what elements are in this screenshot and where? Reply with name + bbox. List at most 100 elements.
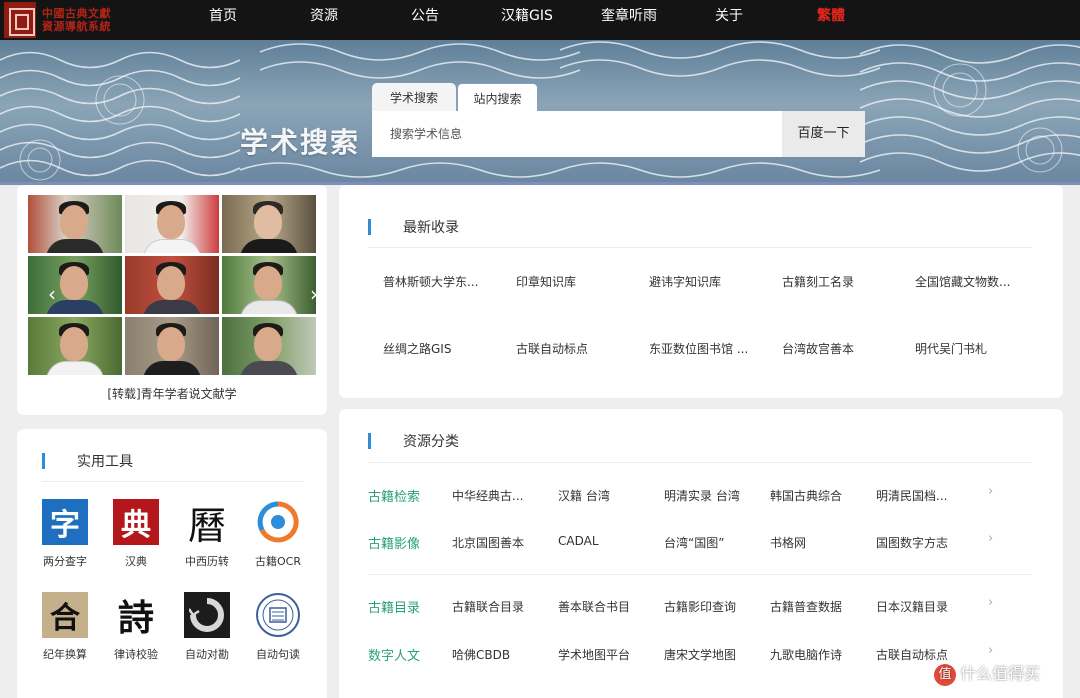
tool-label: 自动句读 bbox=[256, 648, 300, 661]
divider bbox=[368, 462, 1032, 463]
nav-resources[interactable]: 资源 bbox=[296, 0, 352, 40]
chevron-left-icon[interactable]: ‹ bbox=[43, 279, 61, 309]
latest-header: 最新收录 bbox=[368, 217, 459, 237]
scholar-photo bbox=[222, 256, 316, 314]
latest-item[interactable]: 台湾故宫善本 bbox=[782, 340, 854, 357]
resource-item[interactable]: 台湾“国图” bbox=[664, 534, 724, 551]
tool-label: 律诗校验 bbox=[114, 648, 158, 661]
scholar-photo bbox=[28, 317, 122, 375]
resources-title: 资源分类 bbox=[403, 434, 459, 450]
resources-card: 资源分类 古籍检索 中华经典古... 汉籍 台湾 明清实录 台湾 韩国古典综合 … bbox=[339, 409, 1063, 698]
tool-ocr[interactable]: 古籍OCR bbox=[248, 499, 308, 569]
two-part-lookup-icon: 字 bbox=[42, 499, 88, 545]
resource-category[interactable]: 古籍检索 bbox=[368, 486, 420, 505]
resource-item[interactable]: 国图数字方志 bbox=[876, 534, 948, 551]
latest-item[interactable]: 全国馆藏文物数... bbox=[915, 273, 1010, 290]
tool-poem-check[interactable]: 詩 律诗校验 bbox=[106, 592, 166, 662]
nav-hanji-gis[interactable]: 汉籍GIS bbox=[491, 0, 563, 40]
section-bar bbox=[42, 453, 45, 469]
resource-item[interactable]: 明清民国档... bbox=[876, 487, 947, 504]
scholars-photo-card: ‹ › [转载]青年学者说文献学 bbox=[17, 185, 327, 415]
resource-item[interactable]: 哈佛CBDB bbox=[452, 646, 510, 663]
tool-label: 汉典 bbox=[125, 555, 147, 568]
nav-announcements[interactable]: 公告 bbox=[397, 0, 453, 40]
divider bbox=[42, 481, 304, 482]
seal-icon bbox=[4, 2, 36, 38]
top-nav: 中國古典文獻 資源導航系統 首页 资源 公告 汉籍GIS 奎章听雨 关于 繁體 bbox=[0, 0, 1080, 40]
auto-collate-icon bbox=[184, 592, 230, 638]
resource-item[interactable]: 日本汉籍目录 bbox=[876, 598, 948, 615]
tool-handian[interactable]: 典 汉典 bbox=[106, 499, 166, 569]
tab-academic-search[interactable]: 学术搜索 bbox=[372, 83, 456, 111]
resource-item[interactable]: 九歌电脑作诗 bbox=[770, 646, 842, 663]
resource-item[interactable]: 古籍普查数据 bbox=[770, 598, 842, 615]
resource-item[interactable]: 书格网 bbox=[770, 534, 806, 551]
resource-item[interactable]: 古籍联合目录 bbox=[452, 598, 524, 615]
tool-auto-punctuate[interactable]: 自动句读 bbox=[248, 592, 308, 662]
tools-card: 实用工具 字 两分查字 典 汉典 曆 中西历转 古籍OCR 合 纪年换算 詩 律… bbox=[17, 429, 327, 698]
nav-home[interactable]: 首页 bbox=[195, 0, 251, 40]
resource-item[interactable]: 学术地图平台 bbox=[558, 646, 630, 663]
tools-title: 实用工具 bbox=[77, 454, 133, 470]
resource-item[interactable]: 唐宋文学地图 bbox=[664, 646, 736, 663]
chevron-right-icon[interactable]: › bbox=[988, 531, 993, 546]
tool-label: 纪年换算 bbox=[43, 648, 87, 661]
tool-era-convert[interactable]: 合 纪年换算 bbox=[35, 592, 95, 662]
tab-site-search[interactable]: 站内搜索 bbox=[457, 83, 538, 111]
auto-punctuate-icon bbox=[255, 592, 301, 638]
latest-item[interactable]: 古联自动标点 bbox=[516, 340, 588, 357]
tool-label: 中西历转 bbox=[185, 555, 229, 568]
resources-header: 资源分类 bbox=[368, 431, 459, 451]
resource-item[interactable]: 古籍影印查询 bbox=[664, 598, 736, 615]
handian-icon: 典 bbox=[113, 499, 159, 545]
site-logo[interactable]: 中國古典文獻 資源導航系統 bbox=[4, 1, 132, 39]
resource-item[interactable]: 北京国图善本 bbox=[452, 534, 524, 551]
watermark: 值什么值得买 bbox=[934, 660, 1040, 686]
resource-item[interactable]: 汉籍 台湾 bbox=[558, 487, 610, 504]
chevron-right-icon[interactable]: › bbox=[988, 595, 993, 610]
latest-item[interactable]: 印章知识库 bbox=[516, 273, 576, 290]
resource-category[interactable]: 数字人文 bbox=[368, 645, 420, 664]
nav-about[interactable]: 关于 bbox=[701, 0, 757, 40]
logo-line-2: 資源導航系統 bbox=[42, 20, 111, 33]
resource-category[interactable]: 古籍目录 bbox=[368, 597, 420, 616]
resource-category[interactable]: 古籍影像 bbox=[368, 533, 420, 552]
search-box bbox=[372, 111, 782, 157]
tool-two-part-lookup[interactable]: 字 两分查字 bbox=[35, 499, 95, 569]
latest-item[interactable]: 普林斯顿大学东... bbox=[383, 273, 478, 290]
section-bar bbox=[368, 433, 371, 449]
divider bbox=[368, 574, 1032, 575]
chevron-right-icon[interactable]: › bbox=[305, 279, 323, 309]
latest-card: 最新收录 普林斯顿大学东... 印章知识库 避讳字知识库 古籍刻工名录 全国馆藏… bbox=[339, 185, 1063, 398]
resource-item[interactable]: 善本联合书目 bbox=[558, 598, 630, 615]
photo-caption[interactable]: [转载]青年学者说文献学 bbox=[17, 385, 327, 402]
tool-label: 古籍OCR bbox=[255, 555, 301, 568]
latest-item[interactable]: 明代吴门书札 bbox=[915, 340, 987, 357]
latest-title: 最新收录 bbox=[403, 220, 459, 236]
scholar-photo bbox=[125, 195, 219, 253]
chevron-right-icon[interactable]: › bbox=[988, 643, 993, 658]
latest-item[interactable]: 东亚数位图书馆 ... bbox=[649, 340, 748, 357]
chevron-right-icon[interactable]: › bbox=[988, 484, 993, 499]
poem-check-icon: 詩 bbox=[117, 597, 154, 639]
photo-carousel[interactable]: ‹ › bbox=[28, 195, 318, 375]
search-button[interactable]: 百度一下 bbox=[782, 111, 865, 157]
ocr-icon bbox=[255, 499, 301, 545]
resource-item[interactable]: 明清实录 台湾 bbox=[664, 487, 740, 504]
era-convert-icon: 合 bbox=[42, 592, 88, 638]
section-bar bbox=[368, 219, 371, 235]
tool-auto-collate[interactable]: 自动对勘 bbox=[177, 592, 237, 662]
nav-traditional-chinese[interactable]: 繁體 bbox=[803, 0, 859, 40]
logo-line-1: 中國古典文獻 bbox=[42, 7, 111, 20]
resource-item[interactable]: 韩国古典综合 bbox=[770, 487, 842, 504]
nav-kuizhang[interactable]: 奎章听雨 bbox=[593, 0, 665, 40]
latest-item[interactable]: 丝绸之路GIS bbox=[383, 340, 451, 357]
latest-item[interactable]: 避讳字知识库 bbox=[649, 273, 721, 290]
resource-item[interactable]: CADAL bbox=[558, 534, 599, 548]
tool-calendar-convert[interactable]: 曆 中西历转 bbox=[177, 499, 237, 569]
tool-label: 两分查字 bbox=[43, 555, 87, 568]
scholar-photo bbox=[222, 195, 316, 253]
search-input[interactable] bbox=[372, 111, 782, 157]
resource-item[interactable]: 中华经典古... bbox=[452, 487, 523, 504]
latest-item[interactable]: 古籍刻工名录 bbox=[782, 273, 854, 290]
